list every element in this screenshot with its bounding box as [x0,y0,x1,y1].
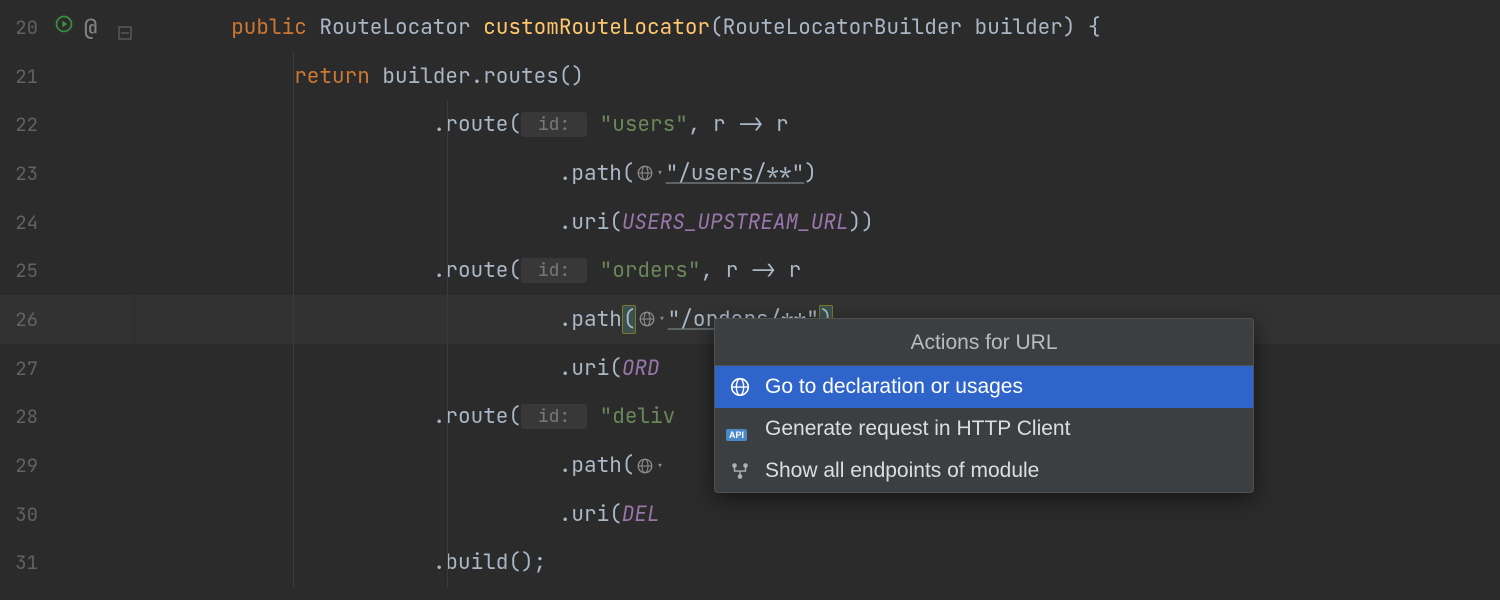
code-line[interactable]: .path(▾"/users/**") [135,149,1500,198]
endpoints-icon [729,460,751,482]
popup-item-label: Go to declaration or usages [765,375,1023,399]
code-line[interactable]: public RouteLocator customRouteLocator(R… [135,3,1500,52]
popup-item-label: Generate request in HTTP Client [765,417,1070,441]
line-number: 31 [15,550,38,575]
parameter-hint: id: [521,112,587,137]
line-number: 23 [15,161,38,186]
url-globe-icon[interactable]: ▾ [638,310,665,328]
fold-toggle-icon[interactable] [118,20,132,34]
line-number: 26 [15,307,38,332]
code-line[interactable]: .route( id: "users", r -> r [135,100,1500,149]
line-number: 25 [15,258,38,283]
line-number: 30 [15,502,38,527]
popup-item-label: Show all endpoints of module [765,459,1039,483]
code-line[interactable]: .build(); [135,539,1500,588]
code-area[interactable]: public RouteLocator customRouteLocator(R… [135,0,1500,600]
url-globe-icon[interactable]: ▾ [636,164,663,182]
globe-icon [729,376,751,398]
code-line[interactable]: .route( id: "orders", r -> r [135,246,1500,295]
url-path-link[interactable]: "/users/**" [666,160,805,187]
popup-item-show-endpoints[interactable]: Show all endpoints of module [715,450,1253,492]
line-number: 24 [15,210,38,235]
parameter-hint: id: [521,404,587,429]
line-number: 21 [15,64,38,89]
line-number: 29 [15,453,38,478]
code-line[interactable]: .uri(DEL [135,490,1500,539]
code-editor[interactable]: 20 @ 21 22 23 24 25 26 27 28 29 30 31 pu… [0,0,1500,600]
line-number: 28 [15,404,38,429]
parameter-hint: id: [521,258,587,283]
editor-gutter: 20 @ 21 22 23 24 25 26 27 28 29 30 31 [0,0,135,600]
code-line[interactable]: return builder.routes() [135,52,1500,101]
popup-item-generate-http[interactable]: API Generate request in HTTP Client [715,408,1253,450]
popup-title: Actions for URL [715,319,1253,366]
code-line[interactable]: .uri(USERS_UPSTREAM_URL)) [135,198,1500,247]
url-globe-icon[interactable]: ▾ [636,457,663,475]
bean-annotation-icon[interactable]: @ [84,13,97,42]
line-number: 20 [15,15,38,40]
spring-run-icon[interactable] [54,14,74,41]
line-number: 27 [15,356,38,381]
line-number: 22 [15,112,38,137]
matched-bracket: ( [622,305,637,334]
http-file-icon: API [729,418,751,440]
actions-for-url-popup: Actions for URL Go to declaration or usa… [714,318,1254,493]
popup-item-goto-declaration[interactable]: Go to declaration or usages [715,366,1253,408]
